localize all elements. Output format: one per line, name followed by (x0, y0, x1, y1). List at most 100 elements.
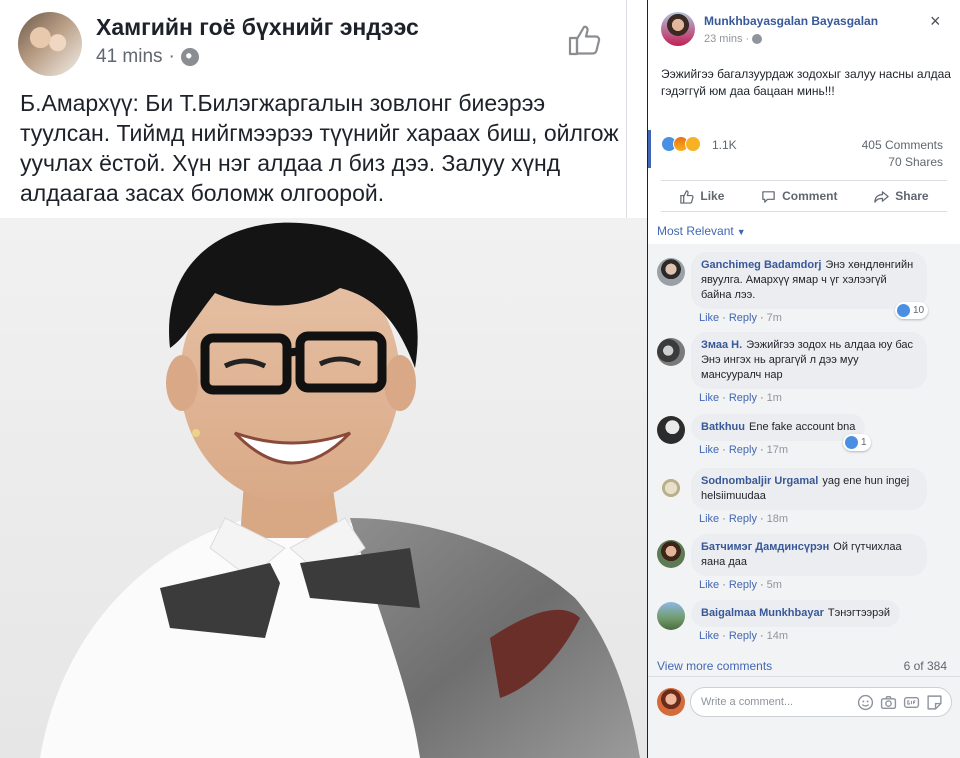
comment-time[interactable]: 7m (767, 312, 782, 324)
post-meta: 41 mins · (96, 46, 199, 68)
comment-bubble: Sodnombaljir Urgamal yag ene hun ingej he… (691, 468, 927, 510)
separator: · (722, 392, 726, 404)
comment-time[interactable]: 18m (767, 513, 788, 525)
meta-separator: · (745, 33, 750, 45)
comment-like-link[interactable]: Like (699, 312, 719, 324)
post-header: Хамгийн гоё бүхнийг эндээс 41 mins · Б.А… (0, 0, 647, 218)
comment-time[interactable]: 1m (767, 392, 782, 404)
comment-actions: Like · Reply · 17m (699, 444, 788, 456)
comment-like-link[interactable]: Like (699, 513, 719, 525)
separator: · (722, 312, 726, 324)
commenter-name[interactable]: Baigalmaa Munkhbayar (701, 607, 824, 619)
reaction-count[interactable]: 1.1K (712, 138, 737, 152)
comment-text: Тэнэгтээрэй (827, 607, 891, 619)
facebook-panel: Munkhbayasgalan Bayasgalan 23 mins · × Э… (648, 0, 960, 758)
like-icon (680, 189, 694, 204)
comment-icon (762, 190, 775, 203)
comment-like-badge[interactable]: 1 (843, 434, 871, 451)
current-user-avatar (657, 688, 685, 716)
comment-pager: 6 of 384 (903, 659, 947, 673)
comment-bubble: Батчимэг Дамдинсүрэн Ой гүтчихлаа яана да… (691, 534, 927, 576)
comment-input[interactable]: Write a comment... (690, 687, 952, 717)
comment-actions: Like · Reply · 1m (699, 392, 782, 404)
thumbs-up-icon[interactable] (566, 22, 602, 58)
post-body: Ээжийгээ багалзуурдаж зодохыг залуу насн… (661, 67, 951, 98)
sort-dropdown[interactable]: Most Relevant ▼ (657, 224, 746, 238)
comment-reply-link[interactable]: Reply (729, 392, 757, 404)
gif-icon[interactable] (903, 694, 920, 711)
author-time[interactable]: 23 mins (704, 33, 743, 45)
comment-bubble: Baigalmaa Munkhbayar Тэнэгтээрэй (691, 600, 901, 627)
shared-post-image: Хамгийн гоё бүхнийг эндээс 41 mins · Б.А… (0, 0, 648, 758)
comment-time[interactable]: 5m (767, 579, 782, 591)
like-button[interactable]: Like (679, 189, 724, 204)
commenter-name[interactable]: Batkhuu (701, 421, 745, 433)
camera-icon[interactable] (880, 694, 897, 711)
comment-reply-link[interactable]: Reply (729, 630, 757, 642)
commenter-avatar[interactable] (657, 258, 685, 286)
separator: · (759, 630, 764, 642)
commenter-avatar[interactable] (657, 338, 685, 366)
globe-icon (752, 34, 763, 44)
comment-actions: Like · Reply · 7m (699, 312, 782, 324)
view-more-comments-link[interactable]: View more comments (657, 659, 772, 673)
separator: · (759, 392, 764, 404)
commenter-avatar[interactable] (657, 540, 685, 568)
author-name[interactable]: Munkhbayasgalan Bayasgalan (704, 14, 878, 28)
close-icon[interactable]: × (930, 12, 941, 30)
comment-bubble: Змаа Н. Ээжийгээ зодох нь алдаа юу бас Эн… (691, 332, 927, 389)
comment-like-badge[interactable]: 10 (895, 302, 929, 319)
portrait-photo[interactable] (0, 218, 647, 758)
action-bar: Like Comment Share (661, 180, 947, 212)
comment-like-link[interactable]: Like (699, 630, 719, 642)
author-time-row: 23 mins · (704, 33, 763, 45)
commenter-name[interactable]: Ganchimeg Badamdorj (701, 259, 821, 271)
commenter-avatar[interactable] (657, 474, 685, 502)
share-button[interactable]: Share (874, 189, 929, 204)
meta-separator: · (168, 46, 175, 67)
share-count[interactable]: 70 Shares (888, 155, 943, 169)
comment-reply-link[interactable]: Reply (729, 444, 757, 456)
comment-time[interactable]: 14m (767, 630, 788, 642)
comment-reply-link[interactable]: Reply (729, 513, 757, 525)
header-divider (626, 0, 627, 218)
stats-accent (648, 130, 651, 168)
composer-icons (857, 694, 943, 711)
comment-bubble: Ganchimeg Badamdorj Энэ хөндлөнгийн явуул… (691, 252, 927, 309)
comment-text: Ene fake account bna (749, 421, 856, 433)
separator: · (759, 312, 764, 324)
separator: · (722, 630, 726, 642)
commenter-avatar[interactable] (657, 602, 685, 630)
commenter-name[interactable]: Батчимэг Дамдинсүрэн (701, 541, 829, 553)
comment-like-count: 1 (861, 437, 867, 448)
separator: · (759, 444, 764, 456)
comment-like-link[interactable]: Like (699, 444, 719, 456)
share-icon (874, 190, 889, 203)
reaction-icons[interactable] (661, 136, 701, 152)
caret-down-icon: ▼ (736, 227, 746, 237)
comments-list: Ganchimeg Badamdorj Энэ хөндлөнгийн явуул… (648, 244, 960, 684)
commenter-avatar[interactable] (657, 416, 685, 444)
comment-reply-link[interactable]: Reply (729, 312, 757, 324)
page-name[interactable]: Хамгийн гоё бүхнийг эндээс (96, 14, 419, 41)
commenter-name[interactable]: Змаа Н. (701, 339, 742, 351)
comment-button[interactable]: Comment (761, 189, 837, 204)
share-label: Share (895, 189, 929, 203)
comment-actions: Like · Reply · 14m (699, 630, 788, 642)
comment-actions: Like · Reply · 18m (699, 513, 788, 525)
page-avatar[interactable] (18, 12, 82, 76)
comment-label: Comment (782, 189, 838, 203)
comment-count[interactable]: 405 Comments (862, 138, 943, 152)
comment-like-link[interactable]: Like (699, 392, 719, 404)
sticker-icon[interactable] (926, 694, 943, 711)
comment-reply-link[interactable]: Reply (729, 579, 757, 591)
haha-reaction-icon (685, 136, 701, 152)
emoji-icon[interactable] (857, 694, 874, 711)
author-avatar[interactable] (661, 12, 695, 46)
comment-like-link[interactable]: Like (699, 579, 719, 591)
post-time[interactable]: 41 mins (96, 46, 163, 68)
comment-time[interactable]: 17m (767, 444, 788, 456)
separator: · (722, 513, 726, 525)
comment-composer: Write a comment... (648, 676, 960, 758)
commenter-name[interactable]: Sodnombaljir Urgamal (701, 475, 818, 487)
